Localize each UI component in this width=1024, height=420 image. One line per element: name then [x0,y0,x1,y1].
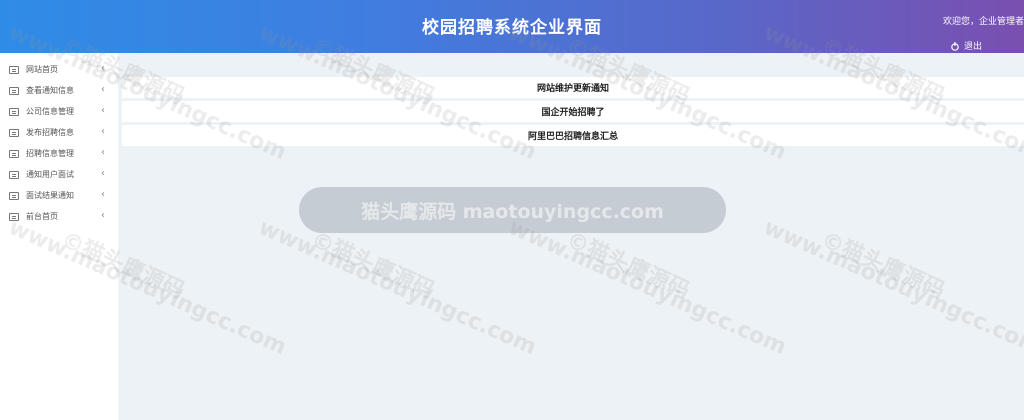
menu-icon [9,170,19,179]
sidebar-item-label: 招聘信息管理 [26,149,74,158]
chevron-left-icon: ‹ [101,105,105,116]
notice-item[interactable]: 国企开始招聘了 [122,101,1024,122]
menu-icon [9,128,19,137]
sidebar-item-label: 面试结果通知 [26,191,74,200]
menu-icon [9,86,19,95]
sidebar-item-frontend-home[interactable]: 前台首页 ‹ [0,206,118,227]
chevron-left-icon: ‹ [101,168,105,179]
sidebar: 网站首页 ‹ 查看通知信息 ‹ 公司信息管理 ‹ 发布招聘信息 ‹ 招聘信息管理… [0,53,118,420]
main-content: 网站维护更新通知 国企开始招聘了 阿里巴巴招聘信息汇总 [118,53,1024,420]
chevron-left-icon: ‹ [101,189,105,200]
welcome-text: 欢迎您，企业管理者 [942,17,1024,27]
logout-icon [951,41,959,51]
watermark-banner: 猫头鹰源码 maotouyingcc.com [299,187,726,233]
logout-button[interactable]: 退出 [950,39,982,52]
chevron-left-icon: ‹ [101,126,105,137]
menu-icon [9,191,19,200]
chevron-left-icon: ‹ [101,147,105,158]
sidebar-item-label: 发布招聘信息 [26,128,74,137]
sidebar-item-label: 公司信息管理 [26,107,74,116]
sidebar-item-view-notices[interactable]: 查看通知信息 ‹ [0,80,118,101]
chevron-left-icon: ‹ [101,210,105,221]
sidebar-item-publish-job[interactable]: 发布招聘信息 ‹ [0,122,118,143]
menu-icon [9,107,19,116]
logout-label: 退出 [964,42,983,52]
sidebar-item-label: 通知用户面试 [26,170,74,179]
notice-item[interactable]: 阿里巴巴招聘信息汇总 [122,125,1024,146]
sidebar-item-interview-result[interactable]: 面试结果通知 ‹ [0,185,118,206]
chevron-left-icon: ‹ [101,63,105,74]
menu-icon [9,212,19,221]
sidebar-item-company-info[interactable]: 公司信息管理 ‹ [0,101,118,122]
sidebar-item-label: 网站首页 [26,65,58,74]
sidebar-item-interview-notify[interactable]: 通知用户面试 ‹ [0,164,118,185]
menu-icon [9,65,19,74]
sidebar-item-job-management[interactable]: 招聘信息管理 ‹ [0,143,118,164]
sidebar-item-home[interactable]: 网站首页 ‹ [0,59,118,80]
menu-icon [9,149,19,158]
chevron-left-icon: ‹ [101,84,105,95]
notice-item[interactable]: 网站维护更新通知 [122,77,1024,98]
app-title: 校园招聘系统企业界面 [422,18,602,38]
sidebar-item-label: 查看通知信息 [26,86,74,95]
sidebar-item-label: 前台首页 [26,212,58,221]
top-header: 校园招聘系统企业界面 欢迎您，企业管理者 退出 [0,0,1024,53]
